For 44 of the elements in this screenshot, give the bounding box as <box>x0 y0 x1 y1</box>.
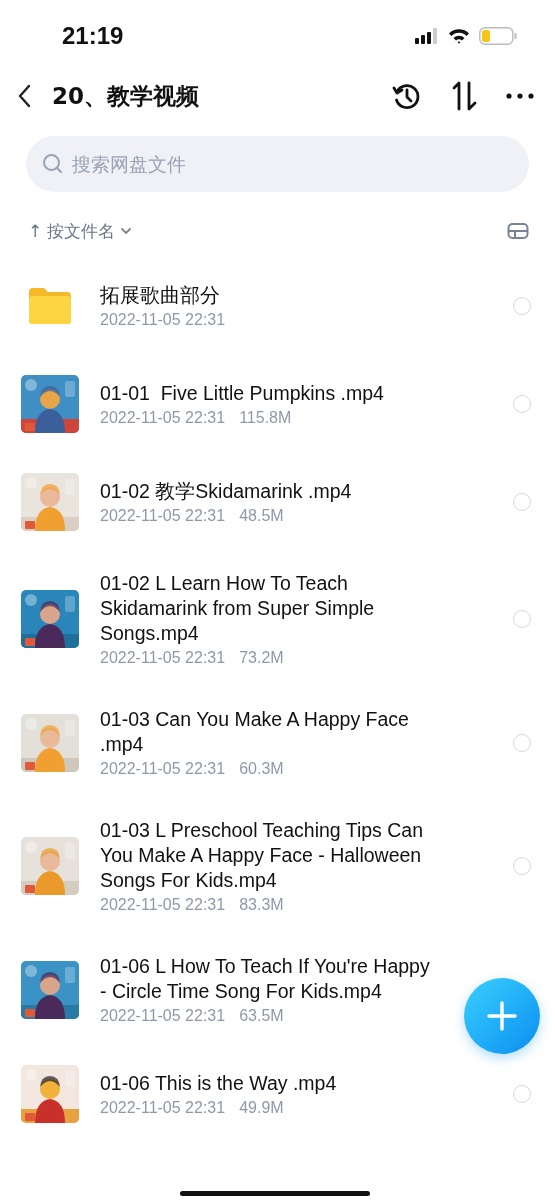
add-button[interactable] <box>464 978 540 1054</box>
search-field[interactable]: 搜索网盘文件 <box>26 136 529 192</box>
file-size: 83.3M <box>239 896 284 914</box>
select-checkbox[interactable] <box>513 1085 531 1103</box>
more-button[interactable] <box>505 92 535 100</box>
file-date: 2022-11-05 22:31 <box>100 649 226 667</box>
view-mode-button[interactable] <box>507 222 529 240</box>
file-date: 2022-11-05 22:31 <box>100 409 226 427</box>
search-icon <box>42 153 64 175</box>
file-name[interactable]: 01-06 This is the Way .mp4 <box>100 1071 430 1096</box>
file-size: 48.5M <box>239 507 284 525</box>
file-name[interactable]: 01-01 Five Little Pumpkins .mp4 <box>100 381 430 406</box>
file-date: 2022-11-05 22:31 <box>100 507 226 525</box>
file-name[interactable]: 01-02 教学Skidamarink .mp4 <box>100 479 430 504</box>
file-date: 2022-11-05 22:31 <box>100 1007 226 1025</box>
folder-icon <box>27 286 73 326</box>
file-name[interactable]: 拓展歌曲部分 <box>100 283 430 308</box>
select-checkbox[interactable] <box>513 297 531 315</box>
status-time: 21:19 <box>62 22 124 50</box>
file-size: 73.2M <box>239 649 284 667</box>
file-size: 63.5M <box>239 1007 284 1025</box>
file-size: 115.8M <box>239 409 292 427</box>
sort-by-name-button[interactable]: ↑ 按文件名 <box>28 219 133 243</box>
chevron-down-icon <box>120 227 133 235</box>
select-checkbox[interactable] <box>513 395 531 413</box>
file-name[interactable]: 01-03 L Preschool Teaching Tips Can You Make A Happy Face - Halloween Songs For Kids.mp4 <box>100 818 430 893</box>
signal-icon <box>415 28 439 44</box>
select-checkbox[interactable] <box>513 857 531 875</box>
file-name[interactable]: 01-02 L Learn How To Teach Skidamarink from Super Simple Songs.mp4 <box>100 571 430 646</box>
wifi-icon <box>448 28 470 44</box>
file-date: 2022-11-05 22:31 <box>100 760 226 778</box>
file-date: 2022-11-05 22:31 <box>100 896 226 914</box>
file-size: 60.3M <box>239 760 284 778</box>
battery-icon <box>479 27 517 45</box>
select-checkbox[interactable] <box>513 733 531 752</box>
file-date: 2022-11-05 22:31 <box>100 311 226 329</box>
file-date: 2022-11-05 22:31 <box>100 1099 226 1117</box>
file-size: 49.9M <box>239 1099 284 1117</box>
folder-title: 20、教学视频 <box>52 81 200 111</box>
file-name[interactable]: 01-03 Can You Make A Happy Face .mp4 <box>100 707 430 757</box>
plus-icon <box>486 1000 518 1032</box>
select-checkbox[interactable] <box>513 610 531 628</box>
select-checkbox[interactable] <box>513 493 531 511</box>
file-name[interactable]: 01-06 L How To Teach If You're Happy - Circle Time Song For Kids.mp4 <box>100 954 430 1004</box>
